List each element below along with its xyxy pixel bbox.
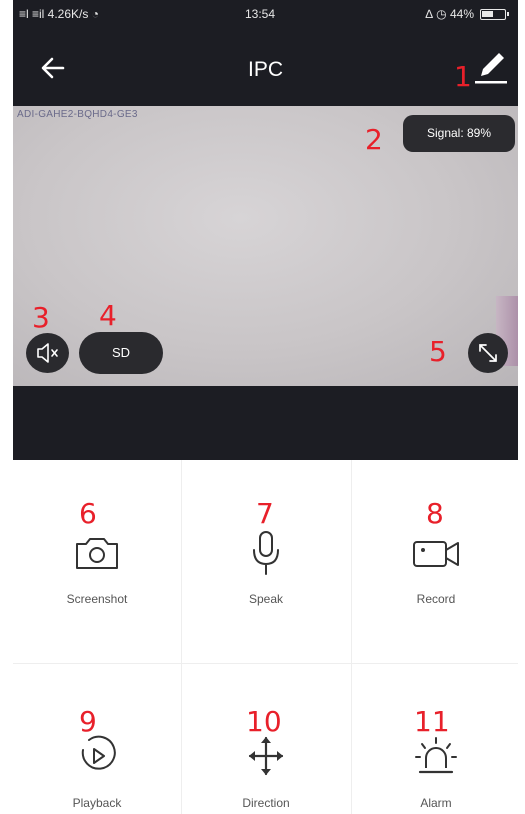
direction-arrows-icon [248, 736, 284, 776]
control-grid: 6 Screenshot 7 Speak 8 Record 9 Playback… [13, 460, 518, 814]
video-timestamp: ADI-GAHE2-BQHD4-GE3 [17, 109, 138, 120]
network-status: ≡l ≡il 4.26K/s ◔ [19, 7, 99, 21]
direction-button[interactable]: 10 Direction [182, 460, 350, 811]
annotation-2: 2 [365, 123, 383, 156]
grid-divider-horizontal [13, 663, 518, 664]
direction-label: Direction [242, 796, 290, 810]
status-bar: ≡l ≡il 4.26K/s ◔ 13:54 ∆ ◷ 44% [13, 0, 518, 28]
system-indicators: ∆ ◷ 44% [425, 7, 475, 21]
quality-toggle-button[interactable]: SD [79, 332, 163, 374]
signal-badge: Signal: 89% [403, 115, 515, 152]
annotation-1: 1 [454, 60, 472, 93]
battery-icon [480, 9, 509, 20]
annotation-5: 5 [429, 335, 447, 368]
ipc-camera-screen: ≡l ≡il 4.26K/s ◔ 13:54 ∆ ◷ 44% IPC 1 ADI… [13, 0, 518, 814]
left-margin [0, 0, 13, 814]
playback-label: Playback [72, 796, 122, 810]
annotation-3: 3 [32, 301, 50, 334]
annotation-4: 4 [99, 299, 117, 332]
right-margin [518, 0, 525, 814]
title-bar: IPC 1 [13, 28, 518, 106]
alarm-siren-icon [415, 737, 457, 774]
clock: 13:54 [245, 7, 276, 21]
pencil-icon [475, 53, 507, 84]
video-control-strip [13, 386, 518, 460]
playback-button[interactable]: 9 Playback [13, 460, 181, 811]
alarm-button[interactable]: 11 Alarm [352, 460, 518, 810]
fullscreen-button[interactable] [468, 333, 508, 373]
alarm-label: Alarm [420, 796, 452, 810]
edit-button[interactable] [473, 48, 509, 88]
playback-icon [81, 735, 116, 770]
mute-button[interactable] [26, 333, 69, 373]
video-feed[interactable]: ADI-GAHE2-BQHD4-GE3 Signal: 89% 2 3 4 SD… [13, 106, 518, 386]
fullscreen-icon [479, 344, 497, 362]
page-title: IPC [247, 58, 283, 81]
speaker-muted-icon [37, 343, 58, 363]
